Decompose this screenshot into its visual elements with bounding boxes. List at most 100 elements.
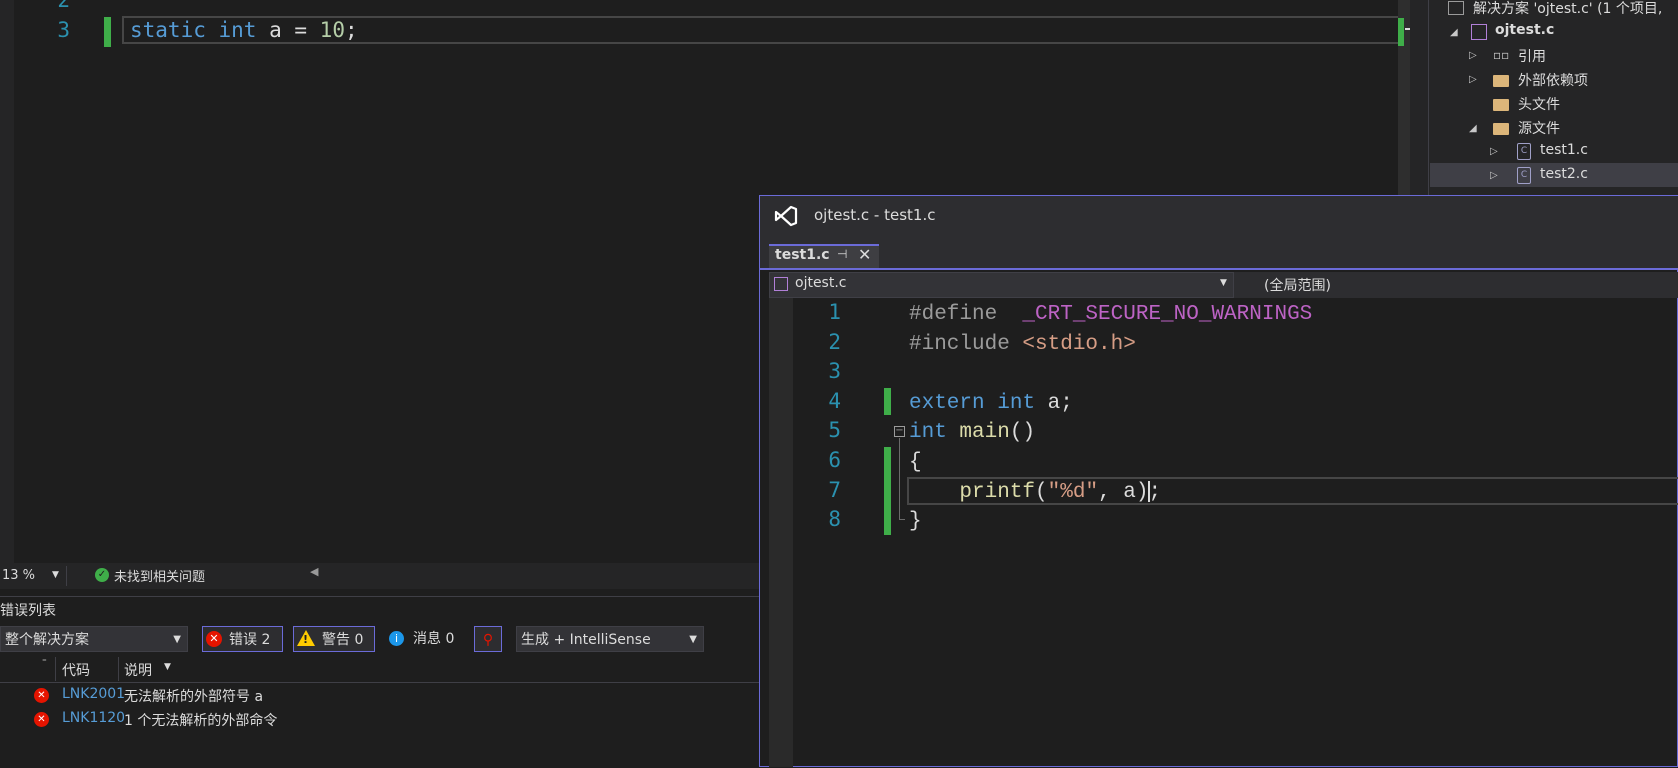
issues-status[interactable]: 未找到相关问题: [114, 566, 205, 585]
tab-label: test1.c: [775, 247, 830, 263]
error-icon: ✕: [34, 712, 49, 727]
expanded-arrow-icon[interactable]: ◢: [1469, 123, 1477, 134]
warnings-label: 警告 0: [322, 632, 364, 648]
tree-item-references[interactable]: 引用: [1518, 46, 1546, 66]
code-editor[interactable]: #define _CRT_SECURE_NO_WARNINGS #include …: [909, 300, 1312, 537]
code-line[interactable]: static int a = 10;: [130, 18, 358, 42]
zoom-dropdown[interactable]: 13 % ▼: [0, 565, 65, 587]
code-token: extern: [909, 391, 985, 415]
code-line[interactable]: int main(): [909, 418, 1312, 448]
scrollbar-change-marker: [1398, 18, 1404, 46]
code-line[interactable]: [909, 359, 1312, 389]
code-line[interactable]: extern int a;: [909, 389, 1312, 419]
column-divider[interactable]: [55, 657, 56, 681]
scope-value: 整个解决方案: [5, 632, 89, 648]
code-token: ;: [344, 18, 358, 42]
code-token: a;: [1035, 391, 1073, 415]
build-filter-dropdown[interactable]: 生成 + IntelliSense ▼: [516, 626, 704, 652]
column-header-description[interactable]: 说明: [124, 660, 152, 680]
collapsed-arrow-icon[interactable]: ▷: [1490, 146, 1498, 157]
expanded-arrow-icon[interactable]: ◢: [1450, 27, 1458, 38]
project-icon: [774, 277, 788, 291]
filter-button[interactable]: ⚲: [474, 626, 502, 652]
code-token: {: [909, 450, 922, 474]
code-line[interactable]: #include <stdio.h>: [909, 330, 1312, 360]
collapsed-arrow-icon[interactable]: ▷: [1469, 50, 1477, 61]
code-token: "%d": [1047, 480, 1099, 504]
code-line[interactable]: {: [909, 448, 1312, 478]
change-indicator: [104, 17, 111, 47]
change-indicator: [884, 388, 891, 415]
tree-item-source-files[interactable]: 源文件: [1518, 118, 1560, 138]
tree-item-external-deps[interactable]: 外部依赖项: [1518, 70, 1588, 90]
line-number: 5: [828, 418, 841, 443]
divider: [1428, 0, 1429, 195]
scope-dropdown[interactable]: 整个解决方案 ▼: [0, 626, 188, 652]
line-number: 3: [57, 18, 70, 42]
fold-guide-end: [899, 519, 905, 520]
c-file-icon: C: [1517, 143, 1531, 160]
fold-guide: [899, 438, 900, 520]
tree-item-header-files[interactable]: 头文件: [1518, 94, 1560, 114]
tree-item-file[interactable]: test2.c: [1540, 166, 1588, 182]
sort-icon[interactable]: ⁼: [42, 658, 47, 668]
folder-icon: [1493, 123, 1509, 135]
tree-item-project[interactable]: ojtest.c: [1495, 22, 1554, 38]
code-line[interactable]: #define _CRT_SECURE_NO_WARNINGS: [909, 300, 1312, 330]
line-number: 4: [828, 388, 841, 413]
error-icon: ✕: [206, 631, 222, 647]
chevron-down-icon: ▼: [689, 634, 697, 645]
code-token: a =: [256, 18, 320, 42]
visual-studio-logo-icon: [774, 205, 798, 227]
column-divider[interactable]: [118, 657, 119, 681]
column-header-code[interactable]: 代码: [62, 660, 90, 680]
line-number: 2: [57, 0, 70, 12]
references-icon: ▫▫: [1493, 48, 1510, 62]
code-token: int: [218, 18, 257, 42]
code-token: }: [909, 510, 922, 534]
code-token: 10: [319, 18, 345, 42]
editor-margin: [0, 0, 14, 565]
filter-icon: ⚲: [482, 632, 494, 648]
collapsed-arrow-icon[interactable]: ▷: [1469, 74, 1477, 85]
text-caret: [1148, 481, 1150, 502]
folder-icon: [1493, 75, 1509, 87]
error-description: 无法解析的外部符号 a: [124, 689, 264, 705]
warning-icon-mark: !: [303, 633, 309, 646]
pin-icon[interactable]: ⊣: [837, 247, 847, 261]
build-filter-value: 生成 + IntelliSense: [521, 632, 651, 648]
change-indicator: [884, 447, 891, 535]
collapse-icon[interactable]: −: [894, 426, 905, 437]
error-icon: ✕: [34, 688, 49, 703]
tree-item-solution[interactable]: 解决方案 'ojtest.c' (1 个项目,: [1473, 0, 1662, 18]
code-token: <stdio.h>: [1022, 332, 1136, 356]
error-list-header: [0, 656, 760, 683]
code-line[interactable]: }: [909, 507, 1312, 537]
line-number: 6: [828, 448, 841, 472]
scope-dropdown-value[interactable]: (全局范围): [1264, 275, 1331, 295]
solution-icon: [1448, 1, 1464, 15]
code-token: static: [130, 18, 206, 42]
close-icon[interactable]: ✕: [858, 245, 871, 264]
chevron-down-icon[interactable]: ▼: [164, 662, 171, 672]
scroll-left-icon[interactable]: ◀: [310, 565, 318, 578]
chevron-down-icon[interactable]: ▼: [1220, 278, 1227, 288]
divider: [66, 566, 67, 586]
tree-item-file[interactable]: test1.c: [1540, 142, 1588, 158]
check-circle-icon: ✓: [95, 568, 109, 582]
errors-label: 错误 2: [229, 632, 271, 648]
project-dropdown-value: ojtest.c: [795, 275, 847, 291]
line-number: 2: [828, 329, 841, 354]
line-number: 7: [828, 477, 841, 502]
line-number: 1: [828, 300, 841, 324]
messages-label: 消息 0: [413, 631, 455, 647]
indicator-margin: [769, 298, 793, 767]
tab-strip: [760, 234, 1678, 270]
code-line[interactable]: printf("%d", a);: [909, 478, 1312, 508]
code-token: , a);: [1098, 480, 1162, 504]
collapsed-arrow-icon[interactable]: ▷: [1490, 170, 1498, 181]
error-description: 1 个无法解析的外部命令: [124, 713, 278, 729]
code-token: (): [1009, 421, 1036, 445]
